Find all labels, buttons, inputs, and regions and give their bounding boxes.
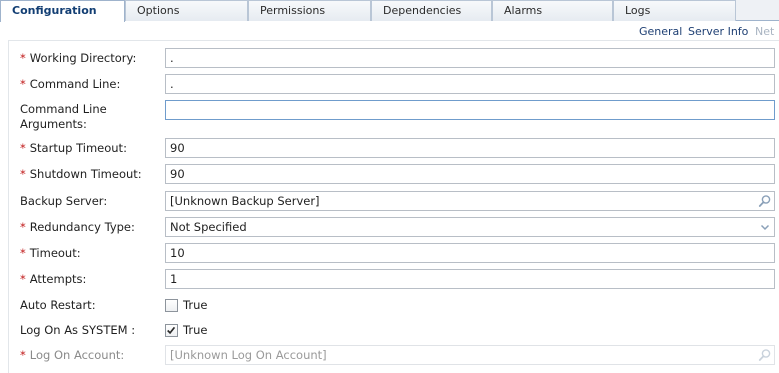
required-marker: * [20,167,26,181]
magnifier-icon[interactable] [758,194,772,208]
tab-dependencies[interactable]: Dependencies [371,0,492,21]
log-on-account-label: * Log On Account: [20,348,125,362]
subnav-general[interactable]: General [639,25,682,39]
attempts-input[interactable]: 1 [165,269,775,289]
chevron-down-icon[interactable] [758,220,772,234]
startup-timeout-label: * Startup Timeout: [20,141,127,155]
backup-server-label: Backup Server: [20,194,108,208]
command-line-arguments-input[interactable] [165,100,775,120]
shutdown-timeout-label: * Shutdown Timeout: [20,167,142,181]
backup-server-value: [Unknown Backup Server] [170,194,320,208]
auto-restart-checkbox[interactable] [165,299,178,312]
redundancy-type-select[interactable]: Not Specified [165,217,775,237]
redundancy-type-value: Not Specified [170,220,247,234]
checkmark-icon [167,326,176,335]
required-marker: * [20,220,26,234]
tab-configuration[interactable]: Configuration [0,0,125,22]
startup-timeout-input[interactable]: 90 [165,138,775,158]
tab-options[interactable]: Options [125,0,248,21]
required-marker: * [20,141,26,155]
log-on-as-system-option-label[interactable]: True [183,323,207,338]
log-on-as-system-checkbox[interactable] [165,324,178,337]
command-line-label: * Command Line: [20,77,121,91]
auto-restart-option-label[interactable]: True [183,298,207,313]
working-directory-input[interactable]: . [165,48,775,68]
subnav-network[interactable]: Net [755,25,774,39]
shutdown-timeout-input[interactable]: 90 [165,164,775,184]
log-on-account-value: [Unknown Log On Account] [170,348,327,362]
command-line-input[interactable]: . [165,74,775,94]
log-on-as-system-label: Log On As SYSTEM : [20,323,136,337]
required-marker: * [20,272,26,286]
tab-strip: Configuration Options Permissions Depend… [0,0,779,22]
tab-logs[interactable]: Logs [613,0,736,21]
working-directory-label: * Working Directory: [20,51,137,65]
tab-alarms[interactable]: Alarms [492,0,613,21]
configuration-form: * Working Directory: . * Command Line: . C… [8,40,779,373]
required-marker: * [20,51,26,65]
sub-navigation: General Server Info Net [0,25,779,41]
subnav-server-info[interactable]: Server Info [688,25,748,39]
log-on-account-input: [Unknown Log On Account] [165,345,775,365]
timeout-label: * Timeout: [20,246,81,260]
required-marker: * [20,246,26,260]
auto-restart-label: Auto Restart: [20,298,96,312]
required-marker: * [20,348,26,362]
backup-server-input[interactable]: [Unknown Backup Server] [165,191,775,211]
tab-permissions[interactable]: Permissions [248,0,371,21]
magnifier-icon [758,349,771,361]
required-marker: * [20,77,26,91]
attempts-label: * Attempts: [20,272,87,286]
command-line-arguments-label: Command Line Arguments: [20,102,107,131]
timeout-input[interactable]: 10 [165,243,775,263]
redundancy-type-label: * Redundancy Type: [20,220,135,234]
